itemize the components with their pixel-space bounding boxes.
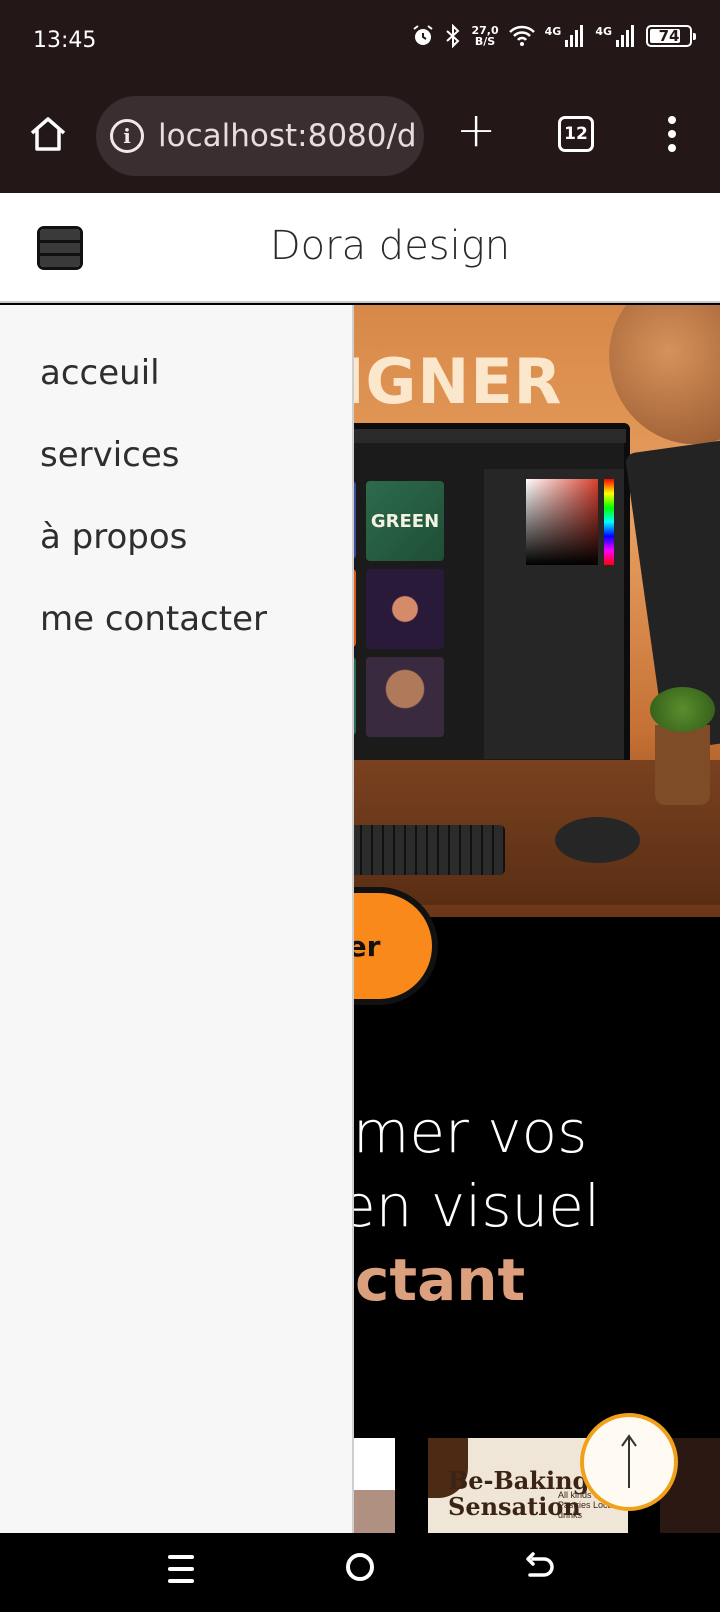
site-header: Dora design	[0, 193, 720, 303]
status-time: 13:45	[33, 28, 97, 53]
battery-icon: 74	[646, 25, 696, 47]
more-vert-icon[interactable]	[660, 114, 684, 154]
wifi-icon	[508, 25, 535, 46]
signal-icon	[565, 25, 584, 47]
nav-item-services[interactable]: services	[40, 435, 352, 517]
browser-toolbar: i localhost:8080/d + 12	[0, 82, 720, 193]
green-thumb: GREEN	[366, 481, 444, 561]
system-nav-bar	[0, 1533, 720, 1612]
nav-drawer: acceuil services à propos me contacter	[0, 305, 354, 1533]
back-icon[interactable]	[524, 1551, 556, 1585]
bluetooth-icon	[446, 24, 460, 48]
arrow-up-icon	[621, 1434, 637, 1488]
home-icon[interactable]	[28, 114, 68, 154]
recent-apps-icon[interactable]	[168, 1555, 194, 1583]
info-icon[interactable]: i	[110, 119, 144, 153]
url-text[interactable]: localhost:8080/d	[158, 118, 417, 154]
nav-item-accueil[interactable]: acceuil	[40, 353, 352, 435]
scroll-top-button[interactable]	[580, 1413, 678, 1511]
home-circle-icon[interactable]	[346, 1553, 374, 1581]
network-type-1: 4G	[544, 24, 562, 38]
status-icons: 27,0 B/S 4G 4G 74	[411, 24, 696, 48]
signal-icon-2	[616, 25, 634, 47]
plant-illustration	[650, 687, 715, 805]
tabs-icon[interactable]: 12	[558, 116, 594, 152]
alarm-icon	[413, 25, 434, 45]
net-speed: 27,0 B/S	[471, 24, 499, 48]
status-bar: 13:45 27,0 B/S 4G 4G 74	[0, 0, 720, 82]
network-type-2: 4G	[595, 24, 612, 38]
keyboard-illustration	[340, 825, 505, 875]
desk-mouse-illustration	[555, 817, 640, 863]
nav-item-about[interactable]: à propos	[40, 517, 352, 599]
new-tab-icon[interactable]: +	[456, 106, 496, 154]
site-title[interactable]: Dora design	[0, 223, 720, 269]
nav-item-contact[interactable]: me contacter	[40, 599, 352, 681]
url-bar[interactable]: i localhost:8080/d	[96, 96, 424, 176]
